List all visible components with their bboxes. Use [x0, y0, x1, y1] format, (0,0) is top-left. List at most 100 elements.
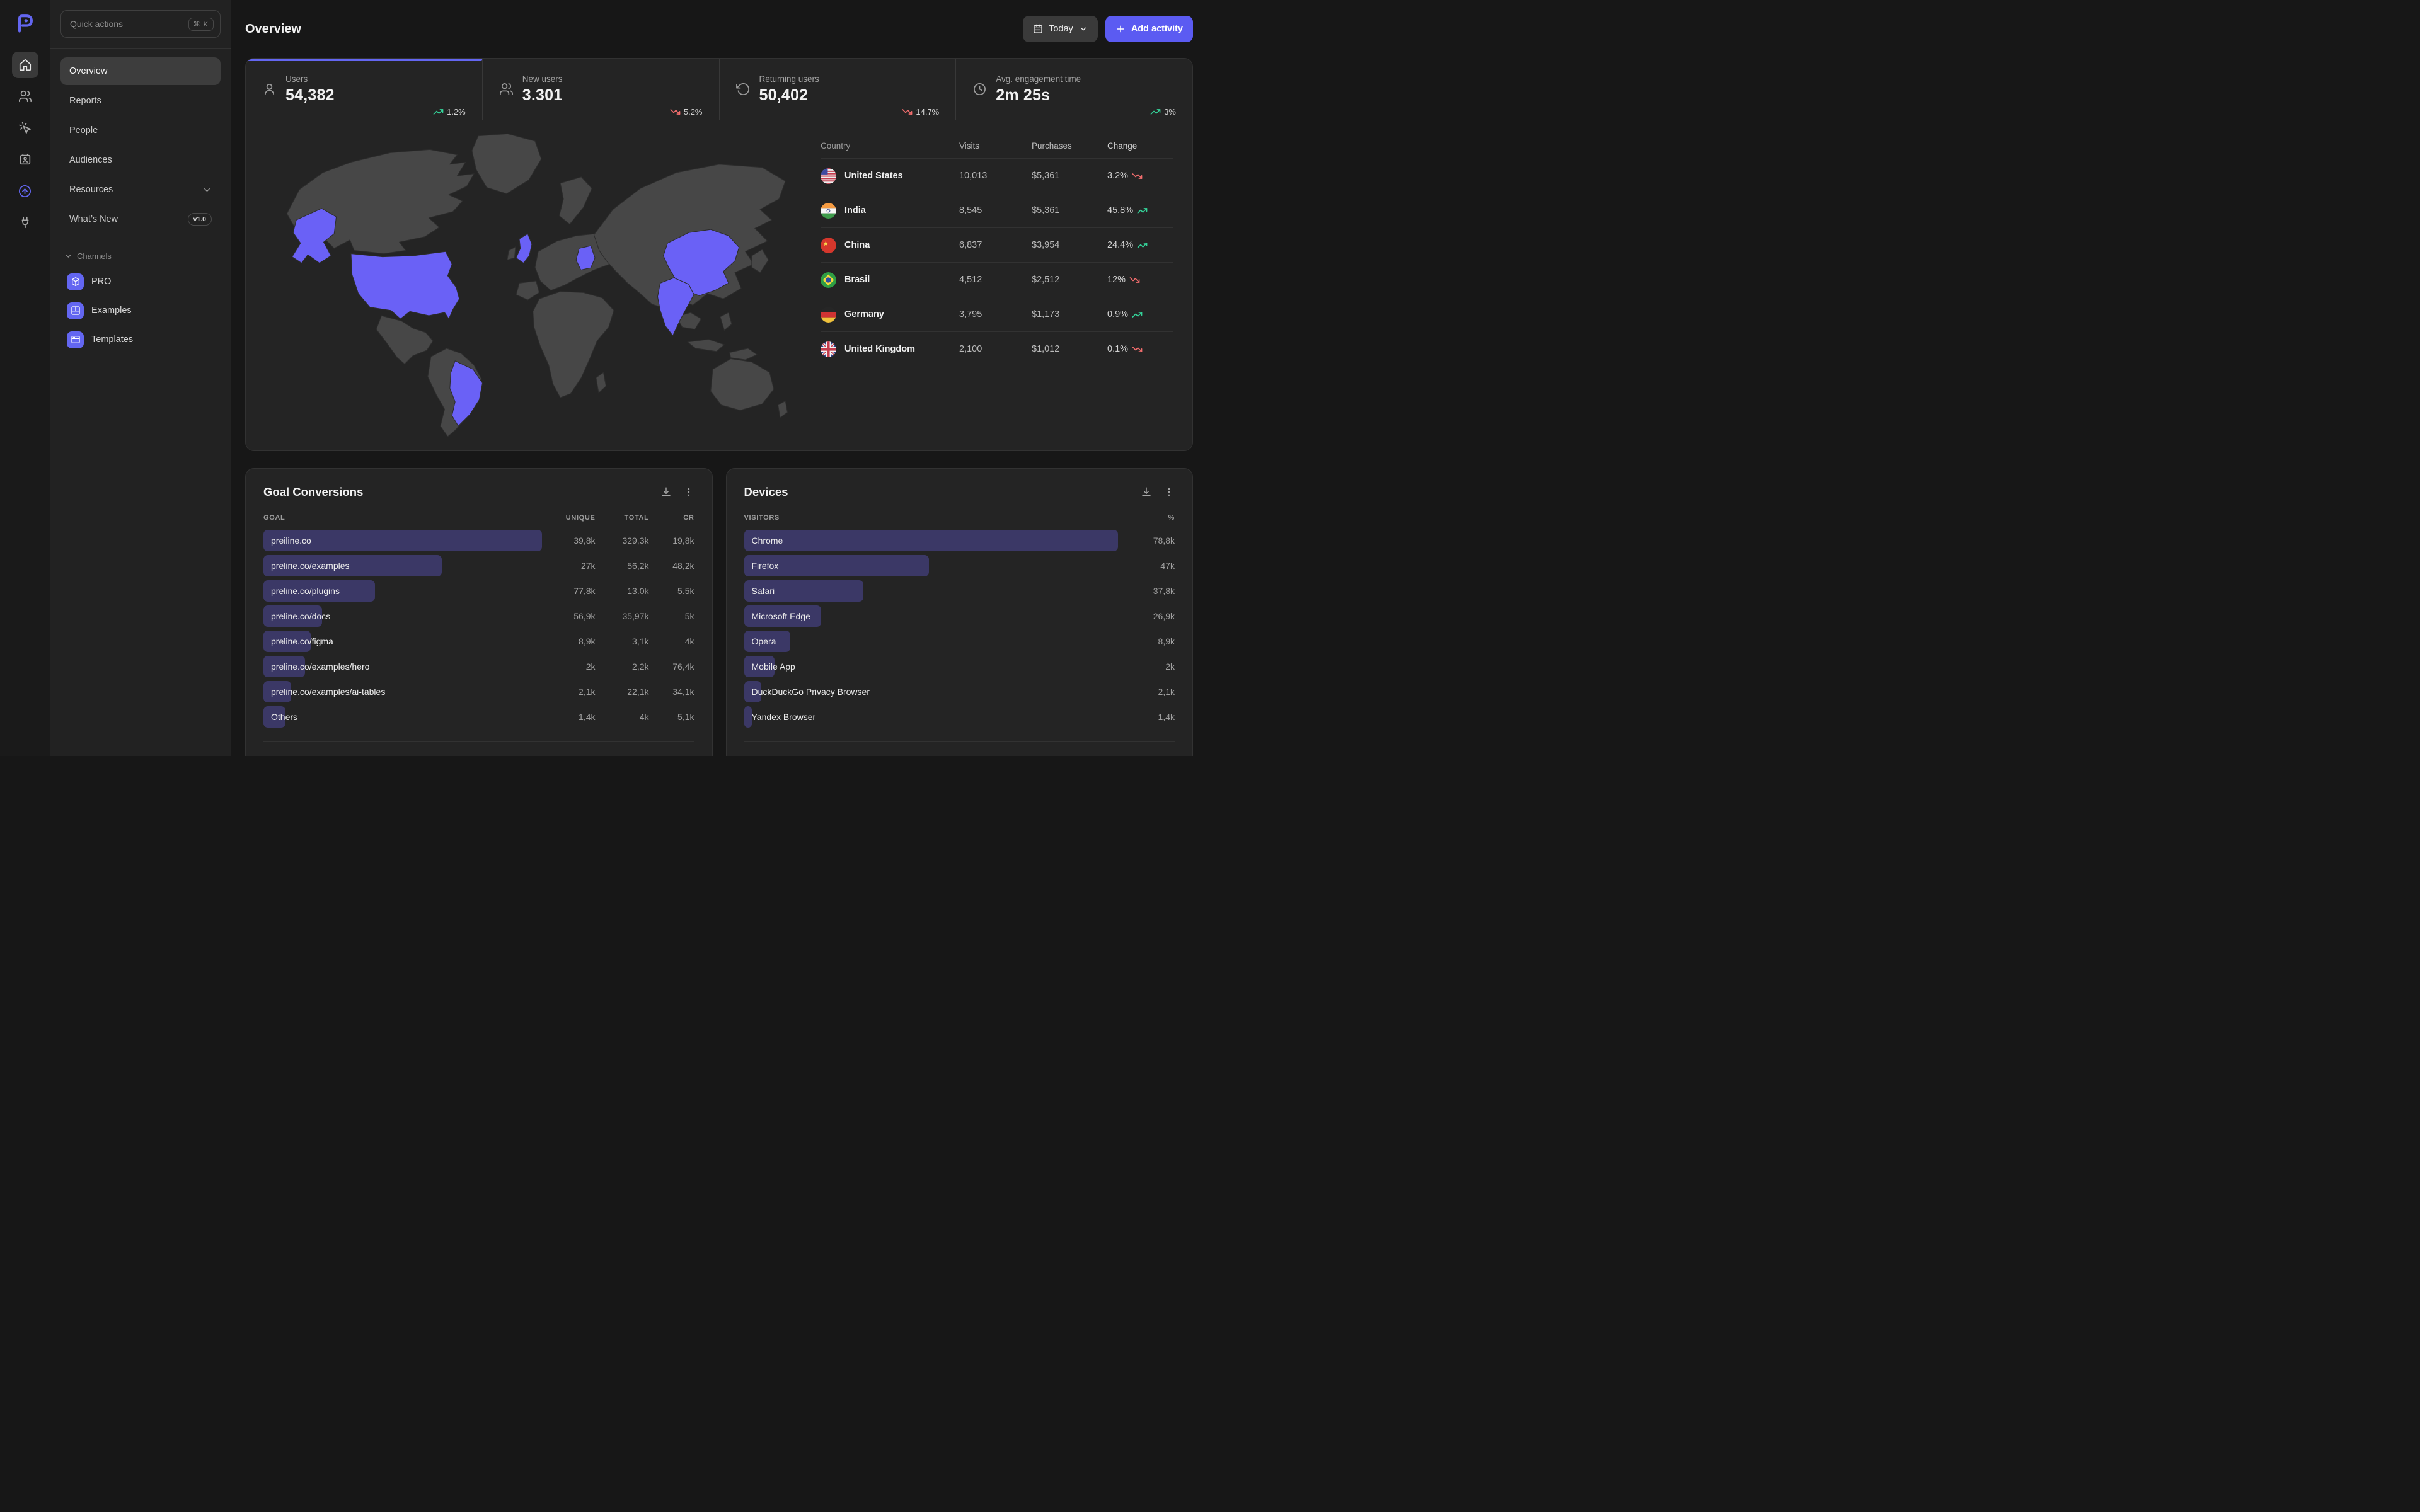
quick-actions-button[interactable]: Quick actions ⌘ K	[60, 10, 221, 38]
country-name: United States	[844, 171, 903, 181]
map-country-brazil	[450, 361, 483, 426]
channel-icon	[67, 302, 84, 319]
sidebar-item-reports[interactable]: Reports	[60, 87, 221, 115]
channels-section: Channels PRO Examples	[50, 235, 231, 354]
channel-label: Examples	[91, 306, 132, 316]
stat-delta: 1.2%	[433, 106, 466, 117]
country-change: 12%	[1107, 275, 1173, 285]
add-activity-button[interactable]: Add activity	[1105, 16, 1193, 42]
country-name: China	[844, 240, 870, 250]
goal-row[interactable]: preline.co/figma 8,9k 3,1k 4k	[263, 629, 694, 654]
device-bar	[744, 530, 1118, 551]
country-row[interactable]: United States 10,013 $5,361 3.2%	[821, 158, 1173, 193]
main-content: Overview Today Add activity	[231, 0, 1210, 756]
trending-up-icon	[1150, 106, 1161, 117]
channel-item[interactable]: Examples	[60, 296, 221, 325]
goal-row[interactable]: preline.co/plugins 77,8k 13.0k 5.5k	[263, 578, 694, 604]
devices-table-header: VISITORS %	[744, 514, 1175, 522]
sidebar-item-label: What’s New	[69, 214, 118, 224]
goal-label: preline.co/plugins	[271, 580, 340, 602]
country-row[interactable]: Germany 3,795 $1,173 0.9%	[821, 297, 1173, 331]
country-row[interactable]: United Kingdom 2,100 $1,012 0.1%	[821, 331, 1173, 366]
country-visits: 2,100	[959, 344, 1032, 354]
stat-label: Returning users	[759, 74, 894, 84]
device-row[interactable]: DuckDuckGo Privacy Browser 2,1k	[744, 679, 1175, 704]
stat-tab[interactable]: Users 54,382 1.2%	[246, 59, 482, 120]
stat-tab[interactable]: Avg. engagement time 2m 25s 3%	[955, 59, 1192, 120]
country-change-value: 0.1%	[1107, 344, 1128, 354]
sidebar-item-whats-new[interactable]: What’s New v1.0	[60, 205, 221, 233]
goal-row[interactable]: preline.co/examples/ai-tables 2,1k 22,1k…	[263, 679, 694, 704]
channels-list: PRO Examples Templates	[60, 267, 221, 354]
mouse-pointer-click-icon	[18, 121, 32, 135]
map-japan	[752, 249, 769, 273]
device-value: 8,9k	[1129, 636, 1175, 646]
channels-toggle[interactable]: Channels	[60, 251, 221, 267]
panel-footer-divider	[263, 741, 694, 747]
trending-down-icon	[1129, 275, 1140, 285]
quick-actions-label: Quick actions	[70, 19, 123, 29]
goal-row[interactable]: preline.co/examples 27k 56,2k 48,2k	[263, 553, 694, 578]
sidebar-item-resources[interactable]: Resources	[60, 176, 221, 203]
device-row[interactable]: Yandex Browser 1,4k	[744, 704, 1175, 730]
stat-value: 2m 25s	[996, 86, 1141, 105]
stat-icon	[262, 82, 277, 96]
rail-events-button[interactable]	[12, 115, 38, 141]
device-label: Safari	[752, 580, 775, 602]
more-options-button[interactable]	[683, 486, 694, 498]
preline-logo-icon[interactable]	[14, 11, 37, 34]
download-button[interactable]	[660, 486, 672, 498]
country-name: United Kingdom	[844, 344, 915, 354]
country-row[interactable]: China 6,837 $3,954 24.4%	[821, 227, 1173, 262]
sidebar-item-audiences[interactable]: Audiences	[60, 146, 221, 174]
stat-delta-value: 3%	[1164, 107, 1176, 117]
device-row[interactable]: Chrome 78,8k	[744, 528, 1175, 553]
sidebar-item-label: People	[69, 125, 98, 135]
goal-row[interactable]: preiline.co 39,8k 329,3k 19,8k	[263, 528, 694, 553]
date-range-button[interactable]: Today	[1023, 16, 1098, 42]
sidebar-item-overview[interactable]: Overview	[60, 57, 221, 85]
more-options-button[interactable]	[1163, 486, 1175, 498]
stat-tab[interactable]: Returning users 50,402 14.7%	[719, 59, 956, 120]
device-value: 37,8k	[1129, 586, 1175, 596]
plus-icon	[1115, 24, 1126, 34]
channel-item[interactable]: PRO	[60, 267, 221, 296]
country-visits: 6,837	[959, 240, 1032, 250]
country-purchases: $1,173	[1032, 309, 1107, 319]
download-icon	[1141, 486, 1152, 498]
country-purchases: $5,361	[1032, 205, 1107, 215]
rail-integrations-button[interactable]	[12, 209, 38, 236]
device-row[interactable]: Safari 37,8k	[744, 578, 1175, 604]
device-row[interactable]: Microsoft Edge 26,9k	[744, 604, 1175, 629]
col-cr: CR	[649, 514, 694, 522]
rail-contacts-button[interactable]	[12, 146, 38, 173]
country-change: 24.4%	[1107, 240, 1173, 251]
device-row[interactable]: Mobile App 2k	[744, 654, 1175, 679]
stat-delta-value: 5.2%	[684, 107, 703, 117]
rail-home-button[interactable]	[12, 52, 38, 78]
goal-cr: 5k	[649, 611, 694, 621]
goal-row[interactable]: preline.co/examples/hero 2k 2,2k 76,4k	[263, 654, 694, 679]
country-change-value: 0.9%	[1107, 309, 1128, 319]
goal-cr: 34,1k	[649, 687, 694, 697]
stat-tab[interactable]: New users 3.301 5.2%	[482, 59, 719, 120]
date-range-label: Today	[1049, 24, 1073, 34]
channel-item[interactable]: Templates	[60, 325, 221, 354]
stat-icon	[499, 82, 514, 96]
country-row[interactable]: India 8,545 $5,361 45.8%	[821, 193, 1173, 227]
overview-card: Users 54,382 1.2%	[245, 58, 1193, 451]
goal-row[interactable]: preline.co/docs 56,9k 35,97k 5k	[263, 604, 694, 629]
goal-row[interactable]: Others 1,4k 4k 5,1k	[263, 704, 694, 730]
device-row[interactable]: Firefox 47k	[744, 553, 1175, 578]
download-button[interactable]	[1141, 486, 1152, 498]
country-change: 45.8%	[1107, 205, 1173, 216]
rail-people-button[interactable]	[12, 83, 38, 110]
goal-unique: 1,4k	[542, 712, 596, 722]
country-change: 3.2%	[1107, 171, 1173, 181]
sidebar-item-people[interactable]: People	[60, 117, 221, 144]
stat-delta: 5.2%	[670, 106, 703, 117]
map-philippines	[720, 312, 732, 330]
country-row[interactable]: Brasil 4,512 $2,512 12%	[821, 262, 1173, 297]
device-row[interactable]: Opera 8,9k	[744, 629, 1175, 654]
rail-upgrade-button[interactable]	[12, 178, 38, 204]
